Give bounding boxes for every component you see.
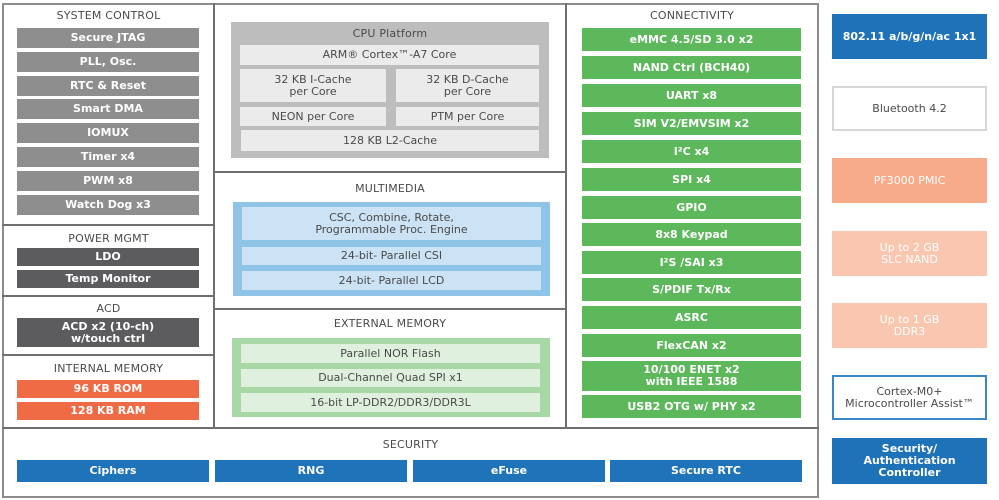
block-ldo[interactable]: LDO <box>17 248 199 266</box>
power-mgmt-title: POWER MGMT <box>68 232 149 245</box>
block-parallel-lcd[interactable]: 24-bit- Parallel LCD <box>242 271 541 290</box>
block-nand-ctrl[interactable]: NAND Ctrl (BCH40) <box>582 56 801 79</box>
ext-cortex-m0[interactable]: Cortex-M0+ Microcontroller Assist™ <box>832 375 987 420</box>
block-efuse[interactable]: eFuse <box>413 460 605 482</box>
block-gpio[interactable]: GPIO <box>582 196 801 219</box>
block-keypad[interactable]: 8x8 Keypad <box>582 223 801 246</box>
block-rng[interactable]: RNG <box>215 460 407 482</box>
security-section: SECURITY Ciphers RNG eFuse Secure RTC <box>4 429 817 496</box>
ext-slc-nand[interactable]: Up to 2 GB SLC NAND <box>832 231 987 276</box>
ext-pmic[interactable]: PF3000 PMIC <box>832 158 987 203</box>
block-rom[interactable]: 96 KB ROM <box>17 380 199 398</box>
block-spi[interactable]: SPI x4 <box>582 168 801 191</box>
block-ram[interactable]: 128 KB RAM <box>17 402 199 420</box>
block-ciphers[interactable]: Ciphers <box>17 460 209 482</box>
block-secure-jtag[interactable]: Secure JTAG <box>17 28 199 48</box>
multimedia-title: MULTIMEDIA <box>355 182 425 195</box>
external-memory-title: EXTERNAL MEMORY <box>333 317 447 330</box>
ext-wifi[interactable]: 802.11 a/b/g/n/ac 1x1 <box>832 14 987 59</box>
block-dcache[interactable]: 32 KB D-Cache per Core <box>396 69 539 102</box>
block-parallel-csi[interactable]: 24-bit- Parallel CSI <box>242 247 541 265</box>
block-image-processing[interactable]: CSC, Combine, Rotate, Programmable Proc.… <box>242 207 541 240</box>
block-icache[interactable]: 32 KB I-Cache per Core <box>240 69 386 102</box>
block-i2c[interactable]: I²C x4 <box>582 140 801 163</box>
block-spdif[interactable]: S/PDIF Tx/Rx <box>582 278 801 301</box>
ext-ddr3[interactable]: Up to 1 GB DDR3 <box>832 303 987 348</box>
block-iomux[interactable]: IOMUX <box>17 123 199 143</box>
block-rtc-reset[interactable]: RTC & Reset <box>17 76 199 96</box>
block-temp-monitor[interactable]: Temp Monitor <box>17 270 199 288</box>
block-enet[interactable]: 10/100 ENET x2 with IEEE 1588 <box>582 361 801 391</box>
block-timer[interactable]: Timer x4 <box>17 147 199 167</box>
block-quad-spi[interactable]: Dual-Channel Quad SPI x1 <box>241 369 540 387</box>
internal-memory-section: INTERNAL MEMORY 96 KB ROM 128 KB RAM <box>4 356 213 427</box>
block-flexcan[interactable]: FlexCAN x2 <box>582 334 801 357</box>
block-i2s-sai[interactable]: I²S /SAI x3 <box>582 251 801 274</box>
acd-title: ACD <box>96 302 121 315</box>
cpu-platform-block: CPU Platform ARM® Cortex™-A7 Core 32 KB … <box>231 22 549 158</box>
block-acd[interactable]: ACD x2 (10-ch) w/touch ctrl <box>17 318 199 347</box>
connectivity-title: CONNECTIVITY <box>650 9 734 22</box>
block-usb-otg[interactable]: USB2 OTG w/ PHY x2 <box>582 395 801 418</box>
block-secure-rtc[interactable]: Secure RTC <box>610 460 802 482</box>
internal-memory-title: INTERNAL MEMORY <box>53 362 164 375</box>
multimedia-block: CSC, Combine, Rotate, Programmable Proc.… <box>233 202 550 296</box>
system-control-section: SYSTEM CONTROL Secure JTAG PLL, Osc. RTC… <box>4 4 213 224</box>
system-control-title: SYSTEM CONTROL <box>56 9 161 22</box>
block-asrc[interactable]: ASRC <box>582 306 801 329</box>
block-ddr[interactable]: 16-bit LP-DDR2/DDR3/DDR3L <box>241 393 540 412</box>
block-l2-cache[interactable]: 128 KB L2-Cache <box>241 130 539 151</box>
block-pwm[interactable]: PWM x8 <box>17 171 199 191</box>
power-mgmt-section: POWER MGMT LDO Temp Monitor <box>4 226 213 295</box>
block-watchdog[interactable]: Watch Dog x3 <box>17 195 199 215</box>
block-ptm[interactable]: PTM per Core <box>396 107 539 126</box>
cpu-platform-title: CPU Platform <box>352 27 428 40</box>
security-title: SECURITY <box>382 438 439 451</box>
connectivity-section: CONNECTIVITY eMMC 4.5/SD 3.0 x2 NAND Ctr… <box>567 4 817 427</box>
external-memory-block: Parallel NOR Flash Dual-Channel Quad SPI… <box>232 338 550 417</box>
block-arm-core[interactable]: ARM® Cortex™-A7 Core <box>240 45 539 65</box>
block-neon[interactable]: NEON per Core <box>240 107 386 126</box>
block-emmc[interactable]: eMMC 4.5/SD 3.0 x2 <box>582 28 801 51</box>
acd-section: ACD ACD x2 (10-ch) w/touch ctrl <box>4 297 213 354</box>
block-nor-flash[interactable]: Parallel NOR Flash <box>241 344 540 363</box>
ext-bluetooth[interactable]: Bluetooth 4.2 <box>832 86 987 131</box>
block-pll-osc[interactable]: PLL, Osc. <box>17 52 199 72</box>
block-smart-dma[interactable]: Smart DMA <box>17 99 199 119</box>
block-sim[interactable]: SIM V2/EMVSIM x2 <box>582 112 801 135</box>
ext-security-controller[interactable]: Security/ Authentication Controller <box>832 438 987 484</box>
block-uart[interactable]: UART x8 <box>582 84 801 107</box>
